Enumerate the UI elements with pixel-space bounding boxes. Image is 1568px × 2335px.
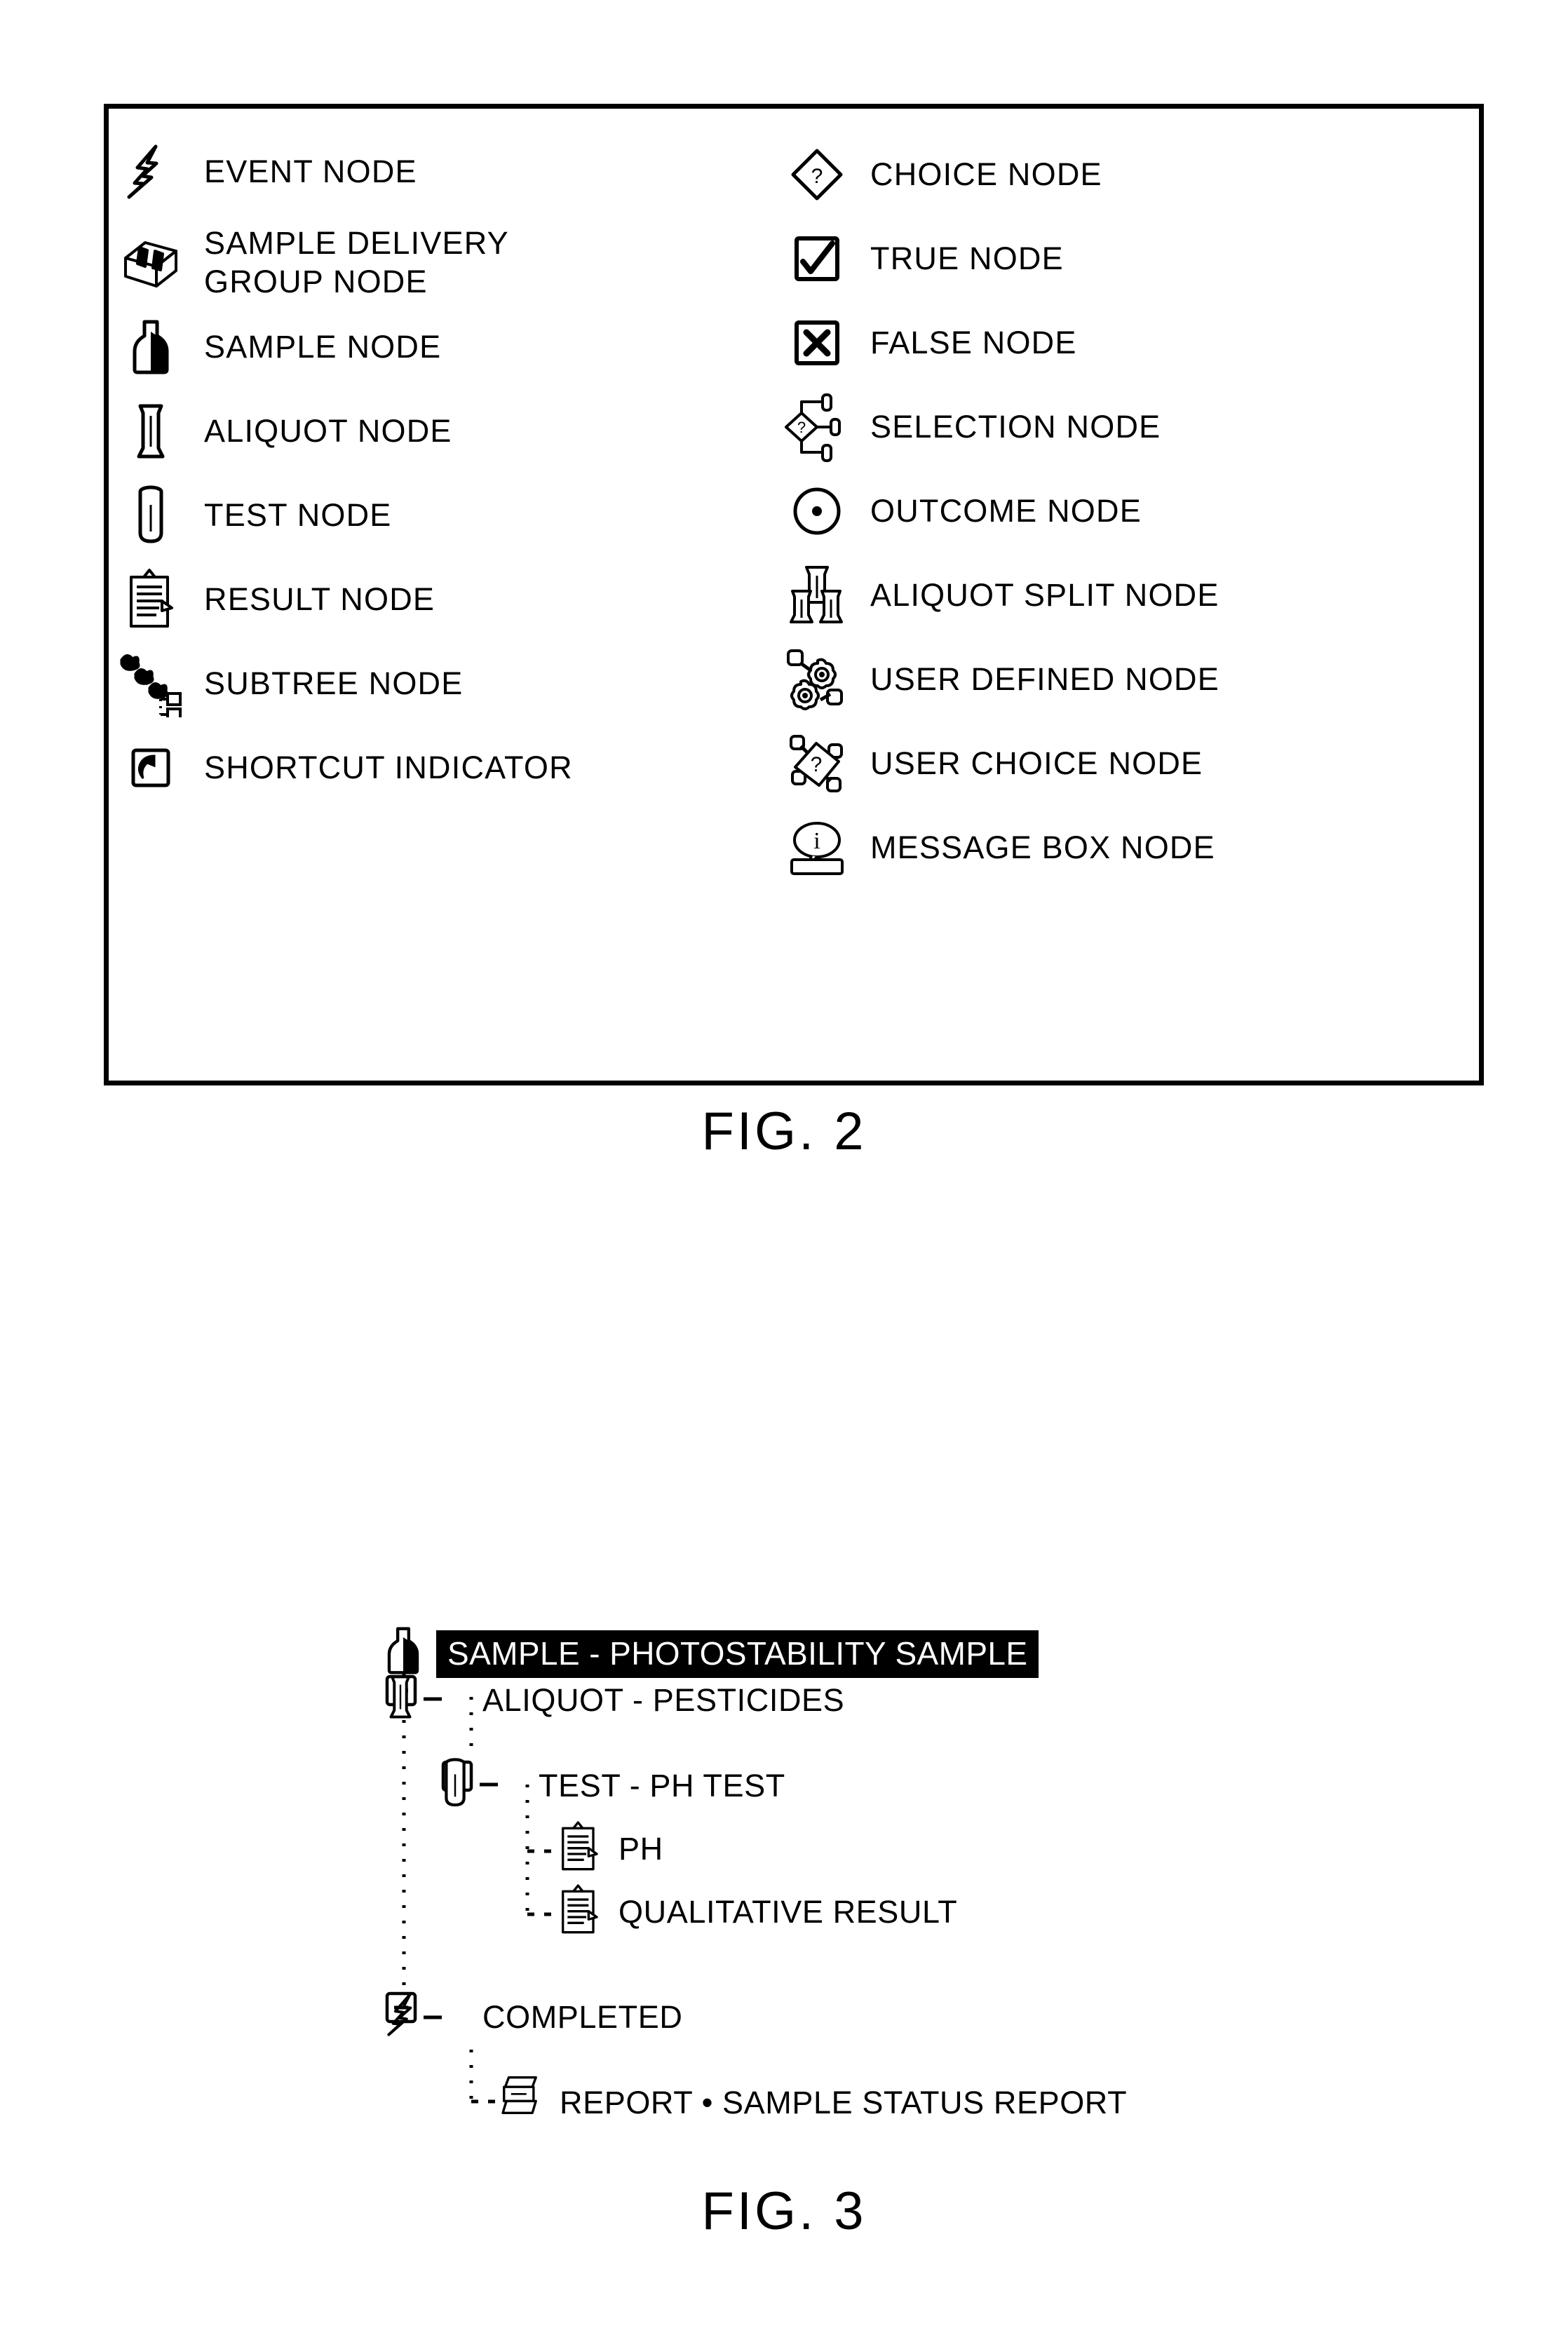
test-node-icon bbox=[109, 484, 193, 547]
tree-row-label: REPORT • SAMPLE STATUS REPORT bbox=[560, 2085, 1128, 2120]
legend-label: OUTCOME NODE bbox=[870, 492, 1142, 529]
tree-row[interactable]: PH bbox=[558, 1820, 663, 1879]
legend-item-shortcut-indicator: SHORTCUT INDICATOR bbox=[109, 734, 573, 801]
legend-label: TEST NODE bbox=[204, 496, 392, 533]
legend-item-false-node: FALSE NODE bbox=[775, 309, 1077, 377]
legend-label: SUBTREE NODE bbox=[204, 665, 464, 701]
tree-row-label: COMPLETED bbox=[482, 1999, 683, 2035]
legend-label: USER CHOICE NODE bbox=[870, 745, 1203, 781]
tree-row[interactable]: REPORT • SAMPLE STATUS REPORT bbox=[499, 2073, 1127, 2132]
legend-item-event-node: EVENT NODE bbox=[109, 138, 417, 205]
legend-item-aliquot-split-node: ALIQUOT SPLIT NODE bbox=[775, 562, 1219, 629]
aliquot-split-node-icon bbox=[775, 563, 859, 628]
tree-row-label: QUALITATIVE RESULT bbox=[619, 1894, 958, 1930]
subtree-node-icon bbox=[109, 650, 193, 717]
legend-item-user-choice-node: ? USER CHOICE NODE bbox=[775, 730, 1203, 797]
selection-node-icon: ? bbox=[775, 392, 859, 462]
legend-label: SELECTION NODE bbox=[870, 408, 1161, 445]
legend-item-choice-node: ? CHOICE NODE bbox=[775, 141, 1102, 208]
legend-item-result-node: RESULT NODE bbox=[109, 566, 435, 633]
legend-item-sample-node: SAMPLE NODE bbox=[109, 313, 441, 381]
aliquot-node-icon bbox=[109, 400, 193, 462]
fig3-caption: FIG. 3 bbox=[701, 2181, 867, 2241]
legend-label: TRUE NODE bbox=[870, 240, 1064, 276]
legend-label: ALIQUOT NODE bbox=[204, 412, 452, 449]
tree-row[interactable]: QUALITATIVE RESULT bbox=[558, 1883, 957, 1942]
legend-label: MESSAGE BOX NODE bbox=[870, 829, 1215, 865]
svg-text:i: i bbox=[813, 828, 820, 854]
legend-label: SHORTCUT INDICATOR bbox=[204, 749, 573, 785]
user-defined-node-icon bbox=[775, 647, 859, 712]
outcome-node-icon bbox=[775, 484, 859, 539]
svg-text:?: ? bbox=[811, 165, 823, 188]
user-choice-node-icon: ? bbox=[775, 731, 859, 797]
legend-label: SAMPLE DELIVERY GROUP NODE bbox=[204, 225, 509, 299]
legend-item-aliquot-node: ALIQUOT NODE bbox=[109, 398, 452, 465]
legend-item-user-defined-node: USER DEFINED NODE bbox=[775, 646, 1219, 713]
legend-item-selection-node: ? SELECTION NODE bbox=[775, 392, 1161, 462]
true-node-icon bbox=[775, 234, 859, 284]
tree-row[interactable]: TEST - PH TEST bbox=[440, 1757, 785, 1815]
sample-delivery-group-node-icon bbox=[109, 233, 193, 293]
legend-label: EVENT NODE bbox=[204, 153, 417, 189]
message-box-node-icon: i bbox=[775, 818, 859, 878]
legend-label: FALSE NODE bbox=[870, 324, 1077, 360]
legend-item-subtree-node: SUBTREE NODE bbox=[109, 650, 463, 717]
svg-text:?: ? bbox=[797, 419, 806, 436]
result-node-icon bbox=[109, 567, 193, 632]
legend-label: RESULT NODE bbox=[204, 581, 435, 617]
sample-tree: SAMPLE - PHOTOSTABILITY SAMPLE ALIQUOT -… bbox=[0, 1581, 1568, 2170]
fig2-caption: FIG. 2 bbox=[701, 1102, 867, 1161]
legend-box: EVENT NODE SAMPLE DELIVERY GROUP NODE SA… bbox=[104, 104, 1484, 1085]
event-node-icon bbox=[109, 144, 193, 200]
sample-node-icon bbox=[109, 318, 193, 377]
legend-label: ALIQUOT SPLIT NODE bbox=[870, 576, 1219, 613]
legend-item-message-box-node: i MESSAGE BOX NODE bbox=[775, 814, 1215, 881]
shortcut-indicator-icon bbox=[109, 746, 193, 790]
legend-item-outcome-node: OUTCOME NODE bbox=[775, 478, 1142, 545]
svg-text:?: ? bbox=[811, 753, 823, 776]
tree-row[interactable]: COMPLETED bbox=[384, 1988, 682, 2047]
tree-row[interactable]: ALIQUOT - PESTICIDES bbox=[384, 1671, 844, 1730]
tree-row-label: PH bbox=[619, 1831, 663, 1867]
legend-label: SAMPLE NODE bbox=[204, 328, 442, 365]
legend-label: USER DEFINED NODE bbox=[870, 661, 1219, 697]
legend-item-true-node: TRUE NODE bbox=[775, 225, 1064, 292]
legend-label: CHOICE NODE bbox=[870, 156, 1102, 192]
legend-item-sample-delivery-group-node: SAMPLE DELIVERY GROUP NODE bbox=[109, 214, 509, 312]
tree-row-label: TEST - PH TEST bbox=[539, 1768, 785, 1803]
legend-item-test-node: TEST NODE bbox=[109, 482, 392, 549]
choice-node-icon: ? bbox=[775, 147, 859, 203]
tree-row-label: ALIQUOT - PESTICIDES bbox=[482, 1682, 845, 1718]
false-node-icon bbox=[775, 318, 859, 368]
